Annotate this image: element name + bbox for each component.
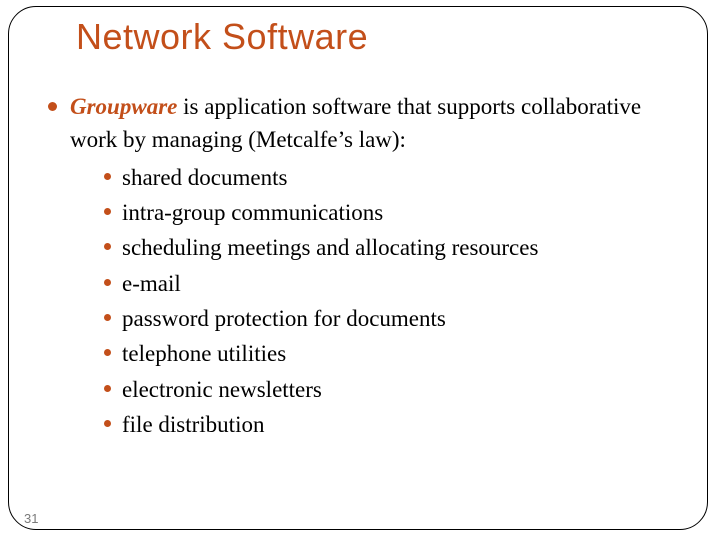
bullet-icon [104,385,111,392]
list-item: telephone utilities [104,337,678,370]
list-item-text: telephone utilities [122,341,286,366]
list-item-text: file distribution [122,412,264,437]
bullet-icon [104,279,111,286]
bullet-icon [104,243,111,250]
list-item-text: e-mail [122,271,181,296]
page-number: 31 [24,511,38,526]
list-item: electronic newsletters [104,373,678,406]
list-item: file distribution [104,408,678,441]
bullet-icon [104,208,111,215]
bullet-icon [104,173,111,180]
slide-title: Network Software [76,16,368,58]
sublist: shared documents intra-group communicati… [104,161,678,442]
bullet-icon [48,102,57,111]
list-item: password protection for documents [104,302,678,335]
list-item: intra-group communications [104,196,678,229]
lead-term: Groupware [70,94,177,119]
list-item-text: intra-group communications [122,200,383,225]
list-item-text: password protection for documents [122,306,446,331]
list-item: e-mail [104,267,678,300]
list-item-text: electronic newsletters [122,377,322,402]
lead-bullet: Groupware is application software that s… [48,90,678,441]
bullet-icon [104,314,111,321]
slide-content: Groupware is application software that s… [48,90,678,449]
list-item-text: shared documents [122,165,287,190]
bullet-icon [104,349,111,356]
bullet-icon [104,420,111,427]
list-item-text: scheduling meetings and allocating resou… [122,235,538,260]
list-item: shared documents [104,161,678,194]
list-item: scheduling meetings and allocating resou… [104,231,678,264]
